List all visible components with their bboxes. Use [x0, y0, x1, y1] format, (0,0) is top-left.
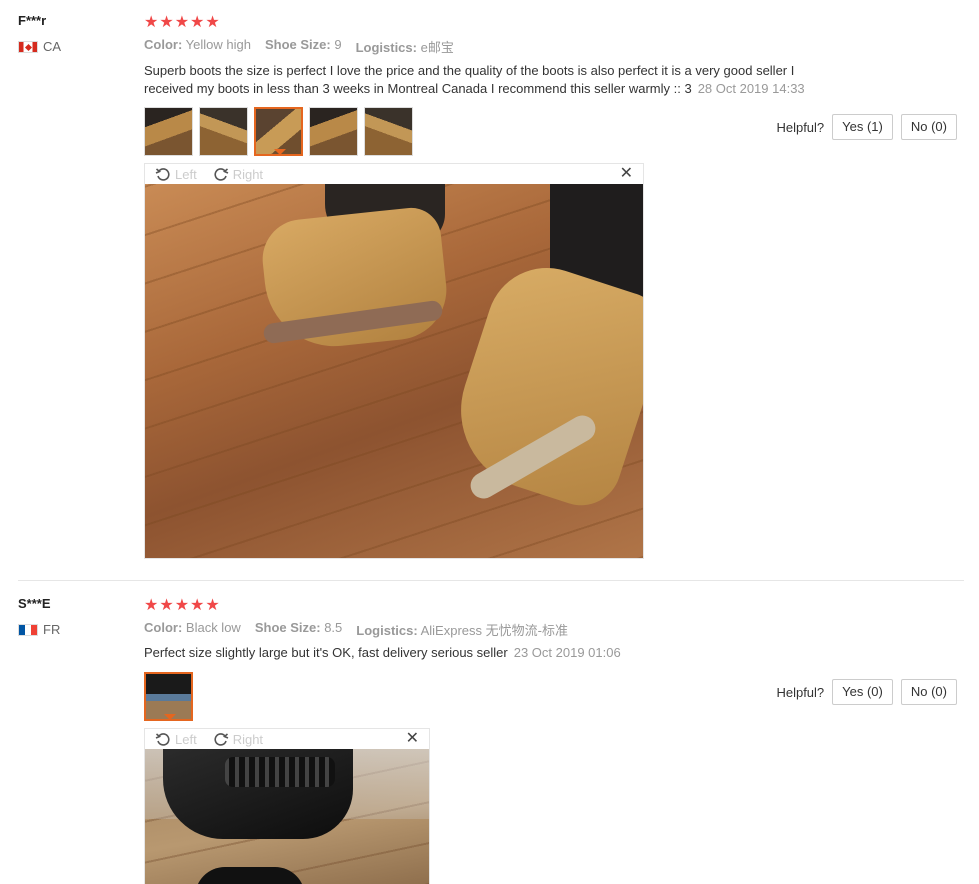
attr-logistics: Logistics: e邮宝: [355, 40, 454, 55]
attr-color: Color: Yellow high: [144, 37, 251, 52]
helpful-yes-button[interactable]: Yes (1): [832, 114, 893, 140]
review-text: Superb boots the size is perfect I love …: [144, 63, 805, 96]
attr-logistics: Logistics: AliExpress 无忧物流-标准: [356, 623, 568, 638]
review-text: Perfect size slightly large but it's OK,…: [144, 645, 621, 660]
attr-size: Shoe Size: 8.5: [254, 620, 343, 635]
review-photo-thumb-active[interactable]: [144, 672, 193, 721]
rotate-right-icon: [214, 168, 229, 181]
review-photo-thumb[interactable]: [364, 107, 413, 156]
review-item: F***r CA ★★★★★ Color: Yellow high Shoe S…: [0, 0, 979, 580]
review-date: 23 Oct 2019 01:06: [513, 645, 621, 660]
helpful-vote: Helpful? Yes (0) No (0): [776, 679, 957, 705]
review-photo-thumb[interactable]: [199, 107, 248, 156]
rotate-left-icon: [155, 168, 170, 181]
review-attributes: Color: Black low Shoe Size: 8.5 Logistic…: [144, 620, 568, 639]
photo-viewer-toolbar: Left Right ✕: [145, 729, 429, 749]
canada-flag-icon: [18, 40, 38, 53]
review-photo-thumb[interactable]: [309, 107, 358, 156]
country-code: FR: [43, 622, 61, 637]
close-icon[interactable]: ✕: [406, 729, 419, 749]
review-thumbnails: [144, 107, 413, 156]
rotate-right-button[interactable]: Right: [213, 731, 263, 747]
reviewer-country: CA: [18, 39, 61, 54]
review-date: 28 Oct 2019 14:33: [697, 81, 805, 96]
reviewer-country: FR: [18, 622, 60, 637]
helpful-vote: Helpful? Yes (1) No (0): [776, 114, 957, 140]
helpful-no-button[interactable]: No (0): [900, 114, 957, 140]
review-photo-thumb[interactable]: [144, 107, 193, 156]
photo-viewer-toolbar: Left Right ✕: [145, 164, 643, 184]
photo-viewer: Left Right ✕: [144, 728, 430, 884]
country-code: CA: [43, 39, 62, 54]
review-thumbnails: [144, 672, 193, 721]
star-rating: ★★★★★: [144, 14, 221, 31]
helpful-no-button[interactable]: No (0): [900, 679, 957, 705]
star-rating: ★★★★★: [144, 597, 221, 614]
helpful-label: Helpful?: [776, 684, 825, 700]
rotate-right-icon: [214, 733, 229, 746]
rotate-left-icon: [155, 733, 170, 746]
review-photo-large: [145, 184, 643, 558]
rotate-right-button[interactable]: Right: [213, 166, 263, 182]
reviewer-name: F***r: [18, 13, 47, 28]
review-item: S***E FR ★★★★★ Color: Black low Shoe Siz…: [0, 582, 979, 884]
review-photo-thumb-active[interactable]: [254, 107, 303, 156]
review-attributes: Color: Yellow high Shoe Size: 9 Logistic…: [144, 37, 454, 56]
helpful-label: Helpful?: [776, 119, 825, 135]
review-divider: [18, 580, 964, 581]
rotate-left-button[interactable]: Left: [155, 731, 197, 747]
review-photo-large: [145, 749, 429, 884]
france-flag-icon: [18, 623, 38, 636]
rotate-left-button[interactable]: Left: [155, 166, 197, 182]
reviewer-name: S***E: [18, 596, 51, 611]
close-icon[interactable]: ✕: [620, 164, 633, 184]
photo-viewer: Left Right ✕: [144, 163, 644, 559]
helpful-yes-button[interactable]: Yes (0): [832, 679, 893, 705]
attr-color: Color: Black low: [144, 620, 241, 635]
attr-size: Shoe Size: 9: [264, 37, 342, 52]
